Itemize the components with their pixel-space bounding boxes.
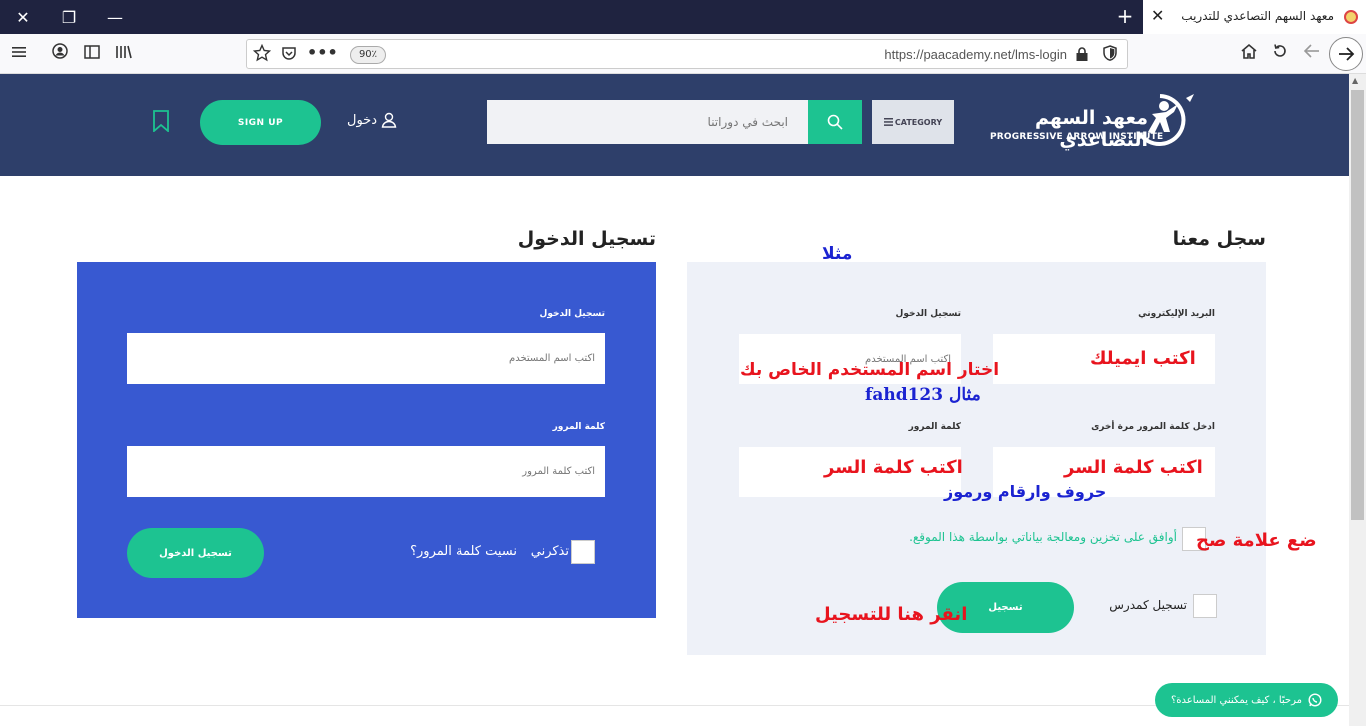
pocket-icon[interactable] — [281, 45, 299, 63]
forward-icon — [1339, 47, 1355, 61]
course-search-input[interactable] — [487, 100, 808, 144]
annotation-click-register: انقر هنا للتسجيل — [815, 604, 968, 625]
logo-arabic-text[interactable]: معهد السهم التصاعدي — [988, 107, 1148, 151]
confirm-password-label: ادخل كلمة المرور مرة أخرى — [1091, 422, 1215, 432]
annotation-check-box: ضع علامة صح — [1196, 530, 1317, 551]
search-icon — [827, 114, 843, 130]
forward-button[interactable] — [1329, 37, 1363, 71]
back-icon[interactable] — [1300, 42, 1324, 66]
search-button[interactable] — [808, 100, 862, 144]
logo-english-text[interactable]: PROGRESSIVE ARROW INSTITUTE — [990, 132, 1163, 142]
annotation-write-password-2: اكتب كلمة السر — [1064, 457, 1203, 478]
page-scrollbar[interactable]: ▲ — [1349, 74, 1366, 726]
email-label: البريد الإليكتروني — [1138, 309, 1215, 319]
browser-toolbar: ••• 90٪ https://paacademy.net/lms-login — [0, 34, 1366, 74]
chat-label: مرحبًا ، كيف يمكنني المساعدة؟ — [1171, 694, 1302, 706]
annotation-password-hint: حروف وارقام ورموز — [944, 482, 1107, 501]
register-password-label: كلمة المرور — [908, 422, 961, 432]
lock-icon[interactable] — [1075, 46, 1091, 62]
star-bookmark-icon[interactable] — [252, 43, 273, 64]
annotation-example-top: مثلا — [822, 244, 853, 264]
account-icon[interactable] — [48, 42, 72, 66]
reload-icon[interactable] — [1268, 42, 1292, 66]
annotation-write-password-1: اكتب كلمة السر — [824, 457, 963, 478]
login-submit-button[interactable]: تسجيل الدخول — [127, 528, 264, 578]
tab-close-icon[interactable]: ✕ — [1151, 6, 1164, 25]
shield-icon[interactable] — [1103, 45, 1119, 63]
remember-checkbox[interactable] — [571, 540, 595, 564]
window-minimize-button[interactable]: — — [92, 0, 138, 34]
login-form: تسجيل الدخول كلمة المرور تذكرني نسيت كلم… — [77, 262, 656, 618]
login-password-label: كلمة المرور — [552, 422, 605, 432]
category-label: CATEGORY — [894, 117, 943, 127]
address-bar[interactable]: ••• 90٪ https://paacademy.net/lms-login — [246, 39, 1128, 69]
favicon-icon — [1344, 10, 1358, 24]
home-icon[interactable] — [1237, 42, 1261, 66]
annotation-choose-username: اختار اسم المستخدم الخاص بك — [740, 360, 1000, 380]
signup-button[interactable]: SIGN UP — [200, 100, 321, 145]
site-header: معهد السهم التصاعدي PROGRESSIVE ARROW IN… — [0, 74, 1349, 176]
login-label: دخول — [347, 112, 377, 128]
login-username-input[interactable] — [127, 333, 605, 384]
page-actions-icon[interactable]: ••• — [307, 43, 338, 63]
bookmark-icon[interactable] — [152, 110, 170, 133]
login-link[interactable]: دخول — [347, 112, 397, 128]
register-title: سجل معنا — [1172, 228, 1266, 250]
category-button[interactable]: CATEGORY — [872, 100, 954, 144]
url-text[interactable]: https://paacademy.net/lms-login — [884, 47, 1067, 62]
login-password-input[interactable] — [127, 446, 605, 497]
instructor-label: تسجيل كمدرس — [1109, 598, 1187, 612]
reader-view-icon[interactable] — [80, 42, 104, 66]
window-titlebar: ✕ ❐ — + ✕ معهد السهم التصاعدي للتدريب — [0, 0, 1366, 34]
window-restore-button[interactable]: ❐ — [46, 0, 92, 34]
scroll-up-arrow-icon[interactable]: ▲ — [1352, 76, 1358, 85]
instructor-checkbox[interactable] — [1193, 594, 1217, 618]
new-tab-button[interactable]: + — [1112, 4, 1138, 30]
zoom-indicator[interactable]: 90٪ — [350, 46, 386, 64]
category-menu-icon — [883, 118, 893, 126]
annotation-example-username: مثال fahd123 — [865, 385, 981, 405]
window-close-button[interactable]: ✕ — [0, 0, 46, 34]
login-username-label: تسجيل الدخول — [539, 309, 605, 319]
forgot-password-link[interactable]: نسيت كلمة المرور؟ — [387, 544, 517, 559]
login-title: تسجيل الدخول — [517, 228, 656, 250]
register-username-label: تسجيل الدخول — [895, 309, 961, 319]
user-icon — [381, 112, 397, 128]
annotation-write-email: اكتب ايميلك — [1090, 348, 1196, 369]
whatsapp-icon — [1308, 693, 1322, 707]
footer-divider — [0, 705, 1349, 706]
whatsapp-chat-button[interactable]: مرحبًا ، كيف يمكنني المساعدة؟ — [1155, 683, 1338, 717]
browser-tab[interactable]: ✕ معهد السهم التصاعدي للتدريب — [1143, 0, 1366, 34]
menu-icon[interactable] — [7, 42, 31, 66]
scrollbar-thumb[interactable] — [1351, 90, 1364, 520]
consent-text: أوافق على تخزين ومعالجة بياناتي بواسطة ه… — [909, 530, 1177, 544]
library-icon[interactable] — [112, 42, 136, 66]
tab-title: معهد السهم التصاعدي للتدريب — [1181, 9, 1334, 23]
